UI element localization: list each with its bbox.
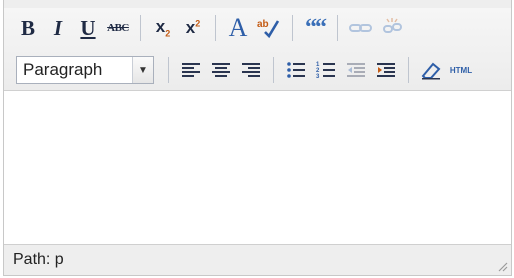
eraser-icon <box>421 62 441 80</box>
bold-icon: B <box>20 15 35 40</box>
html-source-button[interactable]: HTML <box>449 55 473 85</box>
underline-icon: U <box>80 15 96 40</box>
element-path: Path: p <box>13 251 64 268</box>
resize-grip-icon[interactable] <box>498 262 508 272</box>
toolbar-row-2: Paragraph ▼ 1 2 3 HTML <box>16 52 479 88</box>
bullet-list-button[interactable] <box>284 55 308 85</box>
blockquote-button[interactable]: ““ <box>303 13 327 43</box>
superscript-icon: x2 <box>185 18 201 37</box>
subscript-icon: x2 <box>155 17 171 39</box>
unlink-button[interactable] <box>380 13 404 43</box>
font-color-icon: A <box>228 13 248 42</box>
block-format-select[interactable]: Paragraph ▼ <box>16 56 154 84</box>
indent-button[interactable] <box>374 55 398 85</box>
chevron-down-icon[interactable]: ▼ <box>132 57 153 83</box>
italic-icon: I <box>53 15 63 40</box>
toolbar-separator <box>215 15 216 41</box>
outdent-button[interactable] <box>344 55 368 85</box>
blockquote-icon: ““ <box>305 14 327 41</box>
toolbar-separator <box>408 57 409 83</box>
outdent-icon <box>347 63 365 77</box>
toolbar-separator <box>292 15 293 41</box>
block-format-value: Paragraph <box>23 60 103 79</box>
align-right-button[interactable] <box>239 55 263 85</box>
html-icon: HTML <box>449 65 473 75</box>
align-center-button[interactable] <box>209 55 233 85</box>
indent-icon <box>377 63 395 77</box>
strikethrough-icon: ABC <box>107 22 129 34</box>
numbered-list-icon: 123 <box>316 62 335 79</box>
toolbar-separator <box>168 57 169 83</box>
editor-top-strip <box>4 0 511 8</box>
rich-text-editor: B I U ABC x2 x2 A ab ““ Paragraph ▼ 1 2 … <box>3 0 512 276</box>
link-button[interactable] <box>348 13 374 43</box>
underline-button[interactable]: U <box>76 13 100 43</box>
align-left-icon <box>182 63 200 77</box>
align-right-icon <box>242 63 260 77</box>
svg-text:ab: ab <box>257 19 269 30</box>
italic-button[interactable]: I <box>46 13 70 43</box>
superscript-button[interactable]: x2 <box>181 13 205 43</box>
font-color-button[interactable]: A <box>226 13 250 43</box>
spellcheck-button[interactable]: ab <box>256 13 282 43</box>
toolbar-separator <box>140 15 141 41</box>
link-icon <box>349 24 372 32</box>
spellcheck-icon: ab <box>257 19 280 39</box>
toolbar-separator <box>337 15 338 41</box>
editor-statusbar: Path: p <box>4 244 511 275</box>
bullet-list-icon <box>287 62 305 78</box>
svg-text:3: 3 <box>316 74 320 79</box>
align-left-button[interactable] <box>179 55 203 85</box>
editor-content-area[interactable] <box>4 91 511 245</box>
toolbar-row-1: B I U ABC x2 x2 A ab ““ <box>16 10 410 46</box>
remove-format-button[interactable] <box>419 55 443 85</box>
numbered-list-button[interactable]: 123 <box>314 55 338 85</box>
align-center-icon <box>212 63 230 77</box>
toolbar-separator <box>273 57 274 83</box>
subscript-button[interactable]: x2 <box>151 13 175 43</box>
editor-toolbar: B I U ABC x2 x2 A ab ““ Paragraph ▼ 1 2 … <box>4 8 511 91</box>
bold-button[interactable]: B <box>16 13 40 43</box>
strikethrough-button[interactable]: ABC <box>106 13 130 43</box>
unlink-icon <box>383 18 402 33</box>
